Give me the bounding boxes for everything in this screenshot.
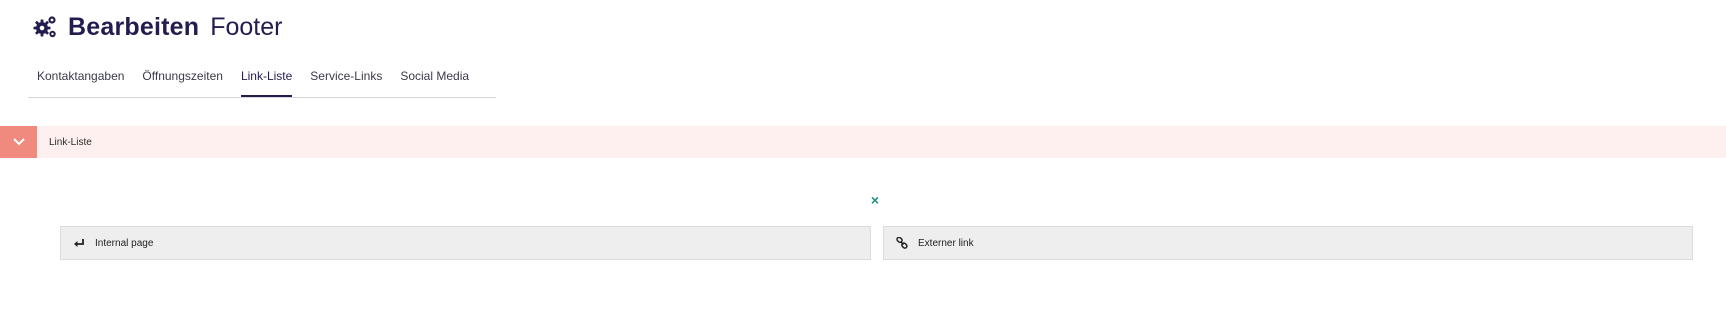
external-link-label: Externer link	[918, 237, 974, 249]
accordion-header[interactable]: Link-Liste	[0, 126, 1726, 158]
tab-oeffnungszeiten[interactable]: Öffnungszeiten	[133, 60, 232, 88]
page-header: Bearbeiten Footer	[32, 9, 282, 45]
tab-kontaktangaben[interactable]: Kontaktangaben	[28, 60, 133, 88]
page: Bearbeiten Footer Kontaktangaben Öffnung…	[0, 0, 1726, 313]
page-title: Bearbeiten	[68, 12, 200, 41]
external-link-button[interactable]: Externer link	[883, 226, 1693, 260]
chevron-down-icon	[12, 133, 26, 151]
enter-arrow-icon	[72, 236, 86, 250]
tab-bar: Kontaktangaben Öffnungszeiten Link-Liste…	[28, 60, 496, 98]
page-subtitle: Footer	[210, 12, 283, 41]
accordion-label: Link-Liste	[49, 136, 92, 148]
internal-page-button[interactable]: Internal page	[60, 226, 871, 260]
link-icon	[895, 236, 909, 250]
accordion-toggle-button[interactable]	[0, 126, 37, 158]
tab-link-liste[interactable]: Link-Liste	[232, 60, 301, 97]
tab-service-links[interactable]: Service-Links	[301, 60, 391, 88]
tab-social-media[interactable]: Social Media	[391, 60, 478, 88]
gears-icon	[32, 14, 58, 40]
internal-page-label: Internal page	[95, 237, 154, 249]
close-icon[interactable]: ×	[869, 193, 881, 207]
